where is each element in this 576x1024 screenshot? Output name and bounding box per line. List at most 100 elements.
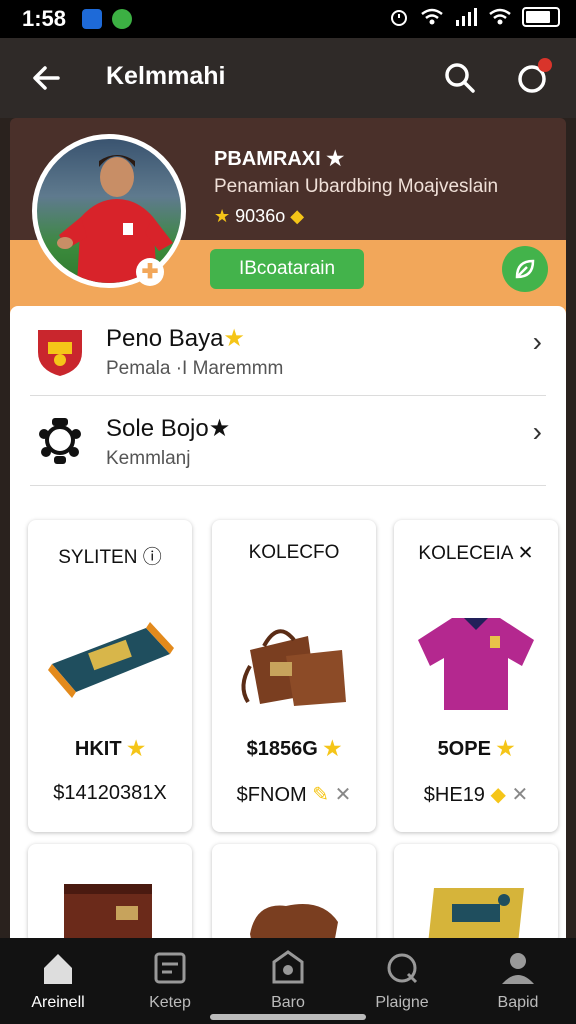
row-title-text: Peno Baya xyxy=(106,325,224,352)
avatar[interactable] xyxy=(32,134,186,288)
nav-plaigne[interactable]: Plaigne xyxy=(352,948,452,1012)
product-title-text: SYLITEN xyxy=(58,547,138,568)
home-indicator[interactable] xyxy=(210,1014,366,1020)
leaf-button[interactable] xyxy=(502,246,548,292)
alarm-icon xyxy=(391,10,407,26)
nav-label: Areinell xyxy=(31,994,85,1011)
product-card[interactable]: KOLECFO $1856G ★ $FNOM ✎ ✕ xyxy=(212,520,376,832)
nav-ketep[interactable]: Ketep xyxy=(120,948,220,1012)
gift-box-image xyxy=(64,884,152,944)
calendar-icon xyxy=(154,952,186,984)
status-icons xyxy=(388,6,560,28)
close-icon[interactable]: ✕ xyxy=(518,543,534,564)
product-price-text: 5OPE xyxy=(437,738,491,760)
product-price: HKIT ★ xyxy=(28,736,192,761)
info-icon: ⓘ xyxy=(142,547,162,568)
pencil-icon: ✎ xyxy=(312,784,329,806)
user-icon xyxy=(502,953,534,984)
bottom-nav: Areinell Ketep Baro Plaigne Bapid xyxy=(0,938,576,1024)
product-card[interactable]: KOLECEIA ✕ 5OPE ★ $HE19 ◆ ✕ xyxy=(394,520,558,832)
star-icon: ★ xyxy=(323,738,342,760)
product-title-text: KOLECEIA xyxy=(418,543,513,564)
product-code-text: $FNOM xyxy=(236,784,307,806)
rating-value: 9036o xyxy=(235,206,286,226)
product-card[interactable] xyxy=(212,844,376,944)
close-icon[interactable]: ✕ xyxy=(335,784,352,806)
nav-label: Baro xyxy=(271,994,305,1011)
badge-icon: ◆ xyxy=(490,784,506,806)
row-subtitle: Kemmlanj xyxy=(106,448,191,469)
jersey-image xyxy=(418,618,534,710)
shop-icon xyxy=(272,950,304,984)
product-card[interactable] xyxy=(394,844,558,944)
status-time: 1:58 xyxy=(22,6,67,31)
club-crest-icon xyxy=(38,330,82,376)
close-icon[interactable]: ✕ xyxy=(511,784,528,806)
product-code-text: $HE19 xyxy=(423,784,485,806)
nav-baro[interactable]: Baro xyxy=(238,948,338,1012)
star-icon: ★ xyxy=(127,738,146,760)
product-price: 5OPE ★ xyxy=(394,736,558,761)
ball-icon xyxy=(387,953,418,984)
notifications-button[interactable] xyxy=(512,58,552,98)
status-bar: 1:58 xyxy=(0,0,576,38)
app-bar: Kelmmahi xyxy=(0,38,576,118)
search-icon xyxy=(445,63,475,93)
profile-card: ✚ PBAMRAXI ★ Penamian Ubardbing Moajvesl… xyxy=(10,118,566,318)
profile-rating: ★ 9036o ◆ xyxy=(214,206,304,227)
list-item[interactable]: Peno Baya★ Pemala ·I Maremmm › xyxy=(10,306,566,394)
app-notification-icon xyxy=(82,9,102,29)
row-title: Peno Baya★ xyxy=(106,324,245,353)
pennant-image xyxy=(428,888,524,944)
badge-icon: ◆ xyxy=(290,206,305,226)
leather-bag-image xyxy=(241,629,346,706)
star-icon: ★ xyxy=(326,148,345,170)
star-outline-icon: ★ xyxy=(208,415,231,442)
list-item[interactable]: Sole Bojo★ Kemmlanj › xyxy=(10,396,566,484)
product-code: $14120381X xyxy=(53,782,167,804)
profile-name-text: PBAMRAXI xyxy=(214,148,321,170)
nav-home[interactable]: Areinell xyxy=(8,948,108,1012)
star-icon: ★ xyxy=(214,206,231,226)
star-icon: ★ xyxy=(223,325,245,352)
wifi-secondary-icon xyxy=(489,8,511,25)
product-title: SYLITEN ⓘ xyxy=(28,542,192,569)
nav-label: Bapid xyxy=(497,994,539,1011)
product-card[interactable] xyxy=(28,844,192,944)
product-code: $FNOM ✎ ✕ xyxy=(212,782,376,807)
arrow-left-icon xyxy=(33,66,60,90)
back-button[interactable] xyxy=(28,60,64,96)
profile-name: PBAMRAXI ★ xyxy=(214,146,344,171)
verified-badge-icon: ✚ xyxy=(136,258,164,286)
row-subtitle: Pemala ·I Maremmm xyxy=(106,358,284,379)
chevron-right-icon: › xyxy=(532,326,542,357)
product-title: KOLECEIA ✕ xyxy=(394,542,558,565)
search-button[interactable] xyxy=(440,58,480,98)
leather-shoe-image xyxy=(250,904,338,944)
divider xyxy=(30,485,546,486)
page-title: Kelmmahi xyxy=(106,62,226,90)
profile-subtitle: Penamian Ubardbing Moajveslain xyxy=(214,176,499,197)
product-price-text: HKIT xyxy=(74,738,122,760)
home-icon xyxy=(44,954,72,984)
nav-profile[interactable]: Bapid xyxy=(468,948,568,1012)
notification-dot xyxy=(538,58,552,72)
chevron-right-icon: › xyxy=(532,416,542,447)
product-price: $1856G ★ xyxy=(212,736,376,761)
row-title-text: Sole Bojo xyxy=(106,415,209,442)
product-title: KOLECFO xyxy=(248,542,340,563)
players-group-icon xyxy=(39,418,81,464)
product-code: $HE19 ◆ ✕ xyxy=(394,782,558,807)
nav-label: Plaigne xyxy=(375,994,429,1011)
product-price-text: $1856G xyxy=(246,738,318,760)
product-card[interactable]: SYLITEN ⓘ HKIT ★ $14120381X xyxy=(28,520,192,832)
chat-notification-icon xyxy=(112,9,132,29)
scarf-image xyxy=(48,622,174,698)
wifi-icon xyxy=(421,8,443,25)
profile-action-button[interactable]: IBcoatarain xyxy=(210,249,364,289)
signal-icon xyxy=(456,8,477,26)
leaf-icon xyxy=(515,259,535,279)
row-title: Sole Bojo★ xyxy=(106,414,230,443)
star-icon: ★ xyxy=(496,738,515,760)
battery-icon xyxy=(522,7,560,27)
